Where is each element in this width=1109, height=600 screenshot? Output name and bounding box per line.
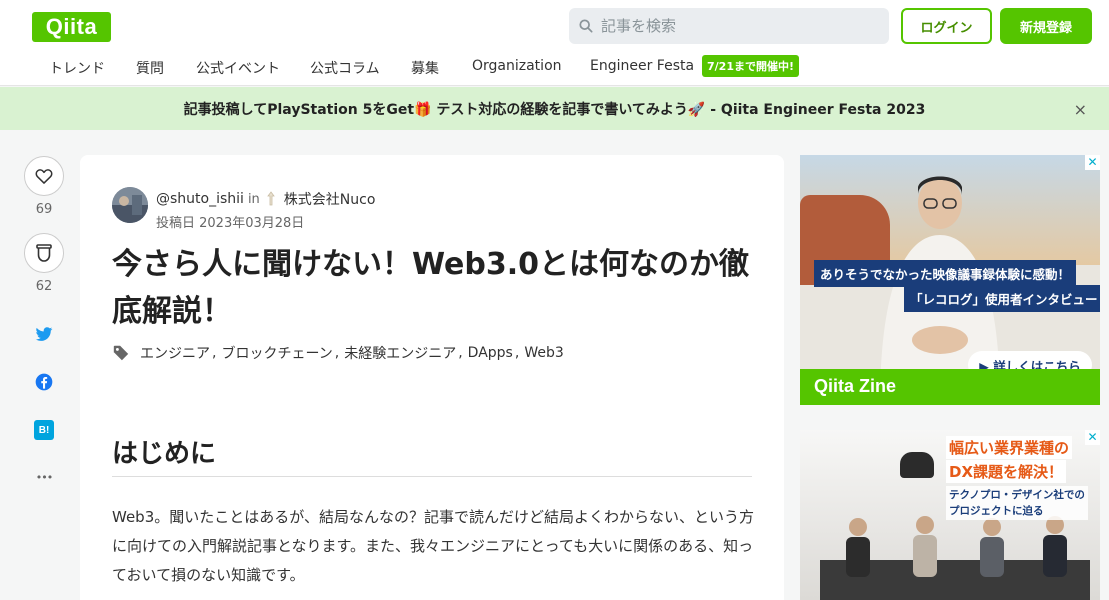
close-icon[interactable]: × [1074,100,1087,119]
avatar[interactable] [112,187,148,223]
tag-separator: , [334,345,340,361]
stock-icon [36,244,52,262]
article-body: Web3。聞いたことはあるが、結局なんなの？記事で読んだけど結局よくわからない、… [112,508,754,584]
site-header: Qiita ログイン 新規登録 トレンド 質問 公式イベント 公式コラム 募集 … [0,0,1109,86]
twitter-icon[interactable] [34,324,54,344]
tag-separator: , [514,345,520,361]
ad-close-icon[interactable]: ✕ [1085,155,1100,170]
organization-icon [266,191,275,206]
ad-brand-bar: Qiita Zine [800,369,1100,405]
ad-subtext-line-2: プロジェクトに迫る [949,505,1044,517]
like-button[interactable] [24,156,64,196]
author-name[interactable]: @shuto_ishii [156,191,244,207]
tag-item[interactable]: DApps [468,345,513,361]
article-card: @shuto_ishii in 株式会社Nuco 投稿日 2023年03月28日… [80,155,784,600]
ad-banner-technopro[interactable]: 幅広い業界業種の DX課題を解決！ テクノプロ・デザイン社での プロジェクトに迫… [800,430,1100,600]
search-icon [579,19,593,33]
tag-item[interactable]: エンジニア [140,343,210,363]
heart-icon [35,169,53,184]
heading-divider [112,476,752,477]
organization-name[interactable]: 株式会社Nuco [284,189,376,209]
post-date: 投稿日 2023年03月28日 [156,216,305,231]
ad-headline-2: DX課題を解決！ [946,460,1067,483]
ad-close-icon[interactable]: ✕ [1085,430,1100,445]
tag-icon [113,345,129,361]
signup-button[interactable]: 新規登録 [1000,8,1092,44]
ad-caption-2: 「レコログ」使用者インタビュー [904,285,1100,312]
qiita-logo[interactable]: Qiita [32,12,111,42]
stock-button[interactable] [24,233,64,273]
section-heading: はじめに [112,439,217,469]
ad-lamp-shape [900,452,934,478]
article-actions: 69 62 B! ••• [24,156,64,484]
login-button[interactable]: ログイン [901,8,992,44]
ad-banner-qiita-zine[interactable]: ありそうでなかった映像議事録体験に感動！ 「レコログ」使用者インタビュー ▶ 詳… [800,155,1100,405]
author-in-label: in [247,191,260,207]
tag-item[interactable]: 未経験エンジニア [344,343,456,363]
search-input[interactable] [601,17,861,35]
like-count: 69 [35,202,53,217]
more-icon[interactable]: ••• [34,468,54,488]
search-box[interactable] [569,8,889,44]
ad-caption-1: ありそうでなかった映像議事録体験に感動！ [814,260,1077,287]
tag-item[interactable]: ブロックチェーン [221,343,332,363]
tag-separator: , [458,345,463,361]
tag-separator: , [212,345,217,361]
nav-item-organization[interactable]: Organization [472,58,562,74]
nav-item-recruit[interactable]: 募集 [411,58,439,78]
nav-item-official-column[interactable]: 公式コラム [310,58,380,78]
festa-badge[interactable]: 7/21まで開催中! [702,55,799,77]
author-line: @shuto_ishii in 株式会社Nuco [156,189,375,209]
ad-brand-label: Qiita Zine [814,376,897,396]
ad-subtext: テクノプロ・デザイン社での プロジェクトに迫る [946,486,1088,520]
tag-list: エンジニア, ブロックチェーン, 未経験エンジニア, DApps, Web3 [112,343,564,363]
banner-text[interactable]: 記事投稿してPlayStation 5をGet🎁 テスト対応の経験を記事で書いて… [184,99,926,119]
ad-subtext-line-1: テクノプロ・デザイン社での [949,489,1085,501]
avatar-photo [112,187,148,223]
hatena-bookmark-icon[interactable]: B! [34,420,54,440]
nav-item-engineer-festa[interactable]: Engineer Festa [590,58,694,74]
nav-item-trend[interactable]: トレンド [49,58,105,78]
tag-item[interactable]: Web3 [524,345,563,361]
nav-item-official-events[interactable]: 公式イベント [196,58,280,78]
facebook-icon[interactable] [34,372,54,392]
announcement-banner[interactable]: 記事投稿してPlayStation 5をGet🎁 テスト対応の経験を記事で書いて… [0,87,1109,130]
nav-item-question[interactable]: 質問 [136,58,164,78]
ad-headline-1: 幅広い業界業種の [946,436,1073,459]
stock-count: 62 [35,279,53,294]
article-title: 今さら人に聞けない！Web3.0とは何なのか徹底解説！ [112,247,749,329]
